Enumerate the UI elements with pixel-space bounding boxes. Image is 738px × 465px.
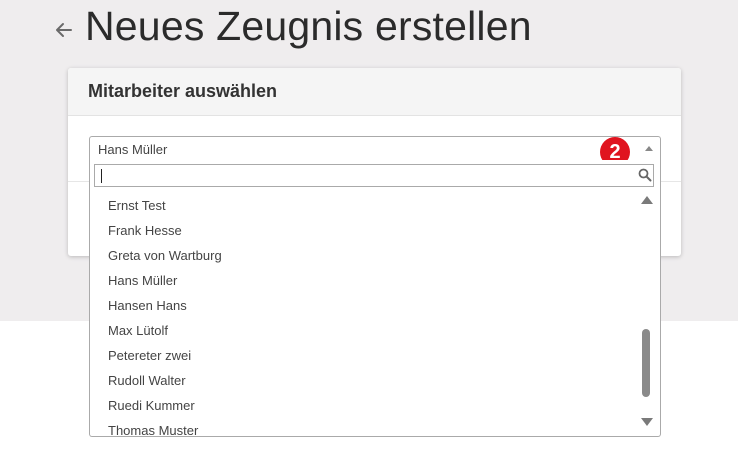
chevron-up-icon (645, 146, 653, 151)
employee-option[interactable]: Frank Hesse (90, 218, 638, 243)
employee-option[interactable]: Petereter zwei (90, 343, 638, 368)
card-title: Mitarbeiter auswählen (88, 81, 278, 101)
employee-search-input[interactable] (94, 164, 654, 187)
page-title: Neues Zeugnis erstellen (85, 3, 532, 49)
employee-option[interactable]: Hans Müller (90, 268, 638, 293)
employee-option[interactable]: Rudoll Walter (90, 368, 638, 393)
employee-option[interactable]: Hansen Hans (90, 293, 638, 318)
employee-dropdown: Ernst Test Frank Hesse Greta von Wartburg H… (89, 160, 661, 437)
employee-select[interactable]: Hans Müller (89, 136, 661, 161)
employee-option[interactable]: Thomas Muster (90, 418, 638, 436)
employee-option[interactable]: Max Lütolf (90, 318, 638, 343)
text-cursor (101, 169, 102, 183)
arrow-left-icon (56, 23, 72, 37)
scroll-down-icon[interactable] (641, 418, 653, 426)
search-icon (638, 168, 652, 182)
employee-option[interactable]: Ernst Test (90, 193, 638, 218)
scroll-up-icon[interactable] (641, 196, 653, 204)
employee-select-value: Hans Müller (98, 142, 168, 157)
employee-option[interactable]: Greta von Wartburg (90, 243, 638, 268)
scrollbar-thumb[interactable] (642, 329, 650, 397)
back-arrow-icon[interactable] (52, 17, 74, 43)
dropdown-scrollbar[interactable] (640, 196, 654, 432)
employee-options-list: Ernst Test Frank Hesse Greta von Wartburg H… (90, 193, 638, 436)
employee-option[interactable]: Ruedi Kummer (90, 393, 638, 418)
